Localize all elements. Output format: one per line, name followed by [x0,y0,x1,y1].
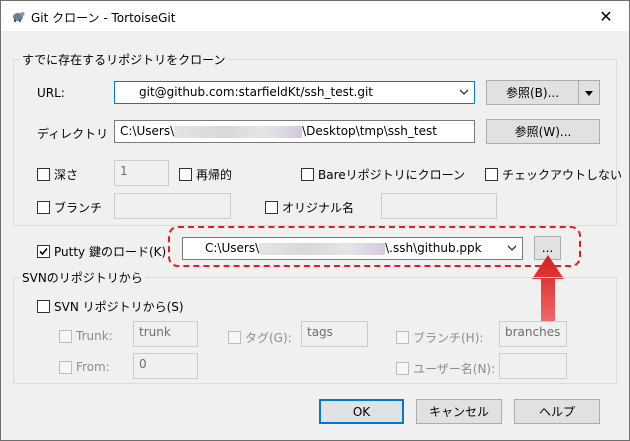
depth-label: 深さ [54,168,79,182]
browse-directory-button[interactable]: 参照(W)... [486,119,600,144]
trunk-checkbox[interactable]: Trunk: [59,329,113,343]
from-label: From: [76,360,110,374]
highlight-box [168,226,581,267]
browse-url-dropdown-button[interactable] [578,80,600,105]
tags-value: tags [307,325,333,339]
close-button[interactable]: ✕ [583,1,629,31]
chevron-down-icon[interactable] [459,86,469,98]
trunk-value: trunk [139,325,171,339]
branch-checkbox-box[interactable] [37,201,50,214]
no-checkout-label: チェックアウトしない [502,168,623,182]
depth-checkbox-box[interactable] [37,168,50,181]
branch-input[interactable] [114,193,231,219]
depth-value: 1 [120,164,128,178]
no-checkout-checkbox-box[interactable] [485,168,498,181]
from-svn-checkbox-box[interactable] [37,300,50,313]
origin-name-label: オリジナル名 [282,201,355,215]
svn-group-title: SVNのリポジトリから [20,269,145,286]
svn-branch-checkbox[interactable]: ブランチ(H): [396,329,483,346]
url-label: URL: [37,86,65,100]
directory-value-suffix: \Desktop\tmp\ssh_test [302,124,437,138]
putty-checkbox[interactable]: Putty 鍵のロード(K) [37,243,166,260]
help-button[interactable]: ヘルプ [514,399,600,424]
ok-button[interactable]: OK [319,399,404,424]
from-value: 0 [139,357,147,371]
tags-checkbox[interactable]: タグ(G): [228,329,292,346]
directory-label: ディレクトリ [37,127,109,141]
username-input[interactable] [499,353,567,379]
recursive-label: 再帰的 [196,168,233,182]
username-checkbox-box[interactable] [396,362,409,375]
title-bar: Git クローン - TortoiseGit ✕ [1,1,629,31]
url-combobox[interactable]: git@github.com:starfieldKt/ssh_test.git [114,81,475,104]
clone-group-title: すでに存在するリポジトリをクローン [20,51,228,68]
tortoisegit-icon [13,12,25,22]
origin-name-input[interactable] [381,193,497,219]
trunk-checkbox-box[interactable] [59,329,72,343]
trunk-input[interactable]: trunk [133,321,198,347]
putty-checkbox-box[interactable] [37,245,50,258]
origin-name-checkbox[interactable]: オリジナル名 [265,199,354,216]
depth-checkbox[interactable]: 深さ [37,166,78,183]
from-checkbox[interactable]: From: [59,360,110,374]
from-svn-label: SVN リポジトリから(S) [54,300,184,314]
tags-input[interactable]: tags [301,321,368,347]
bare-label: Bareリポジトリにクローン [318,168,466,182]
tags-checkbox-box[interactable] [228,331,241,344]
redacted-username [174,125,303,138]
browse-directory-label: 参照(W)... [514,125,572,139]
username-label: ユーザー名(N): [413,362,496,376]
close-icon: ✕ [599,6,613,26]
browse-url-button[interactable]: 参照(B)... [486,80,579,105]
from-checkbox-box[interactable] [59,360,72,374]
from-input[interactable]: 0 [133,353,198,379]
bare-checkbox-box[interactable] [301,168,314,181]
branch-label: ブランチ [54,201,103,215]
recursive-checkbox-box[interactable] [179,168,192,181]
url-value: git@github.com:starfieldKt/ssh_test.git [139,85,374,99]
from-svn-checkbox[interactable]: SVN リポジトリから(S) [37,298,184,315]
dropdown-arrow-icon [585,90,593,96]
directory-input[interactable]: C:\Users\ \Desktop\tmp\ssh_test [114,120,475,143]
putty-label: Putty 鍵のロード(K) [54,245,167,259]
bare-checkbox[interactable]: Bareリポジトリにクローン [301,166,465,183]
svn-branch-input[interactable]: branches [499,321,567,347]
trunk-label: Trunk: [76,329,113,343]
ok-label: OK [352,404,371,419]
browse-url-label: 参照(B)... [505,86,560,100]
directory-value-prefix: C:\Users\ [120,124,175,138]
depth-input[interactable]: 1 [114,160,169,186]
tags-label: タグ(G): [245,331,292,345]
username-checkbox[interactable]: ユーザー名(N): [396,360,495,377]
cancel-button[interactable]: キャンセル [416,399,502,424]
svn-branch-value: branches [505,325,561,339]
branch-checkbox[interactable]: ブランチ [37,199,102,216]
svn-branch-label: ブランチ(H): [413,331,484,345]
no-checkout-checkbox[interactable]: チェックアウトしない [485,166,622,183]
clone-dialog: Git クローン - TortoiseGit ✕ すでに存在するリポジトリをクロ… [0,0,630,441]
window-title: Git クローン - TortoiseGit [31,11,176,25]
recursive-checkbox[interactable]: 再帰的 [179,166,232,183]
origin-name-checkbox-box[interactable] [265,201,278,214]
checkmark-icon [39,247,48,256]
cancel-label: キャンセル [428,405,489,419]
help-label: ヘルプ [538,405,575,419]
svn-branch-checkbox-box[interactable] [396,331,409,344]
